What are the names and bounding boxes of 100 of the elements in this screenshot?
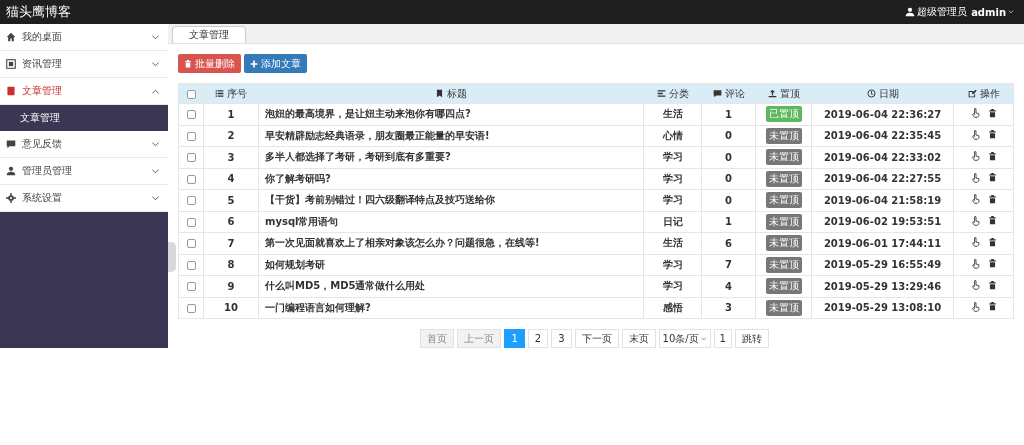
pointing-hand-icon[interactable]: [970, 215, 981, 226]
checkbox[interactable]: [186, 260, 196, 270]
table-cell: 0: [701, 125, 756, 147]
table-cell: 学习: [643, 146, 702, 168]
status-badge: 未置顶: [765, 213, 802, 230]
checkbox[interactable]: [186, 196, 196, 206]
table-cell: 多半人都选择了考研，考研到底有多重要?: [258, 146, 644, 168]
collapse-handle[interactable]: [168, 242, 176, 272]
trash-icon[interactable]: [987, 216, 997, 226]
page-size-select[interactable]: 10条/页: [658, 329, 711, 348]
table-cell: 2019-06-04 22:33:02: [811, 146, 954, 168]
column-header: 日期: [878, 86, 899, 101]
checkbox[interactable]: [186, 110, 196, 120]
table-cell: 6: [701, 232, 756, 254]
pager-link[interactable]: 跳转: [734, 329, 769, 348]
bookmark-icon: [435, 89, 444, 98]
trash-icon[interactable]: [987, 173, 997, 183]
column-header: 序号: [227, 86, 247, 101]
table-cell: 心情: [643, 125, 702, 147]
status-badge: 未置顶: [765, 149, 802, 166]
table-cell: 早安精辟励志经典语录，朋友圈最正能量的早安语!: [258, 125, 644, 147]
checkbox[interactable]: [186, 282, 196, 292]
table-cell: 1: [701, 211, 756, 233]
menu-item[interactable]: 我的桌面: [0, 24, 168, 51]
page-button[interactable]: 2: [527, 329, 549, 348]
checkbox[interactable]: [186, 239, 196, 249]
trash-icon[interactable]: [987, 108, 997, 118]
status-badge: 已置顶: [765, 106, 802, 123]
pager-link[interactable]: 下一页: [574, 329, 619, 348]
table-cell: 泡妞的最高境界，是让妞主动来泡你有哪四点?: [258, 103, 644, 125]
chevron-down-icon: [151, 32, 160, 42]
pointing-hand-icon[interactable]: [970, 172, 981, 183]
lines-icon: [656, 89, 666, 98]
checkbox[interactable]: [186, 303, 196, 313]
table-cell: 4: [203, 168, 259, 190]
pointing-hand-icon[interactable]: [970, 301, 981, 312]
list-icon: [215, 89, 224, 98]
table-cell: 2019-06-04 22:35:45: [811, 125, 954, 147]
menu-item[interactable]: 系统设置: [0, 185, 168, 212]
pager-link[interactable]: 末页: [621, 329, 656, 348]
column-header: 评论: [724, 86, 745, 101]
checkbox[interactable]: [186, 153, 196, 163]
trash-icon[interactable]: [987, 280, 997, 290]
table-cell: 如何规划考研: [258, 254, 644, 276]
trash-icon[interactable]: [987, 259, 997, 269]
table-cell: 0: [701, 168, 756, 190]
menu-item[interactable]: 意见反馈: [0, 131, 168, 158]
table-cell: 3: [203, 146, 259, 168]
delete-button[interactable]: 批量删除: [178, 54, 241, 73]
menu-item[interactable]: 管理员管理: [0, 158, 168, 185]
table-cell: 5: [203, 189, 259, 211]
page-input[interactable]: 1: [713, 329, 732, 348]
user-icon: [6, 166, 16, 176]
plus-icon: [250, 59, 258, 68]
table-cell: 2019-05-29 13:29:46: [811, 275, 954, 297]
status-badge: 未置顶: [765, 278, 802, 295]
column-header: 置顶: [779, 86, 800, 101]
caret-icon: [700, 335, 707, 342]
table-cell: 什么叫MD5，MD5通常做什么用处: [258, 275, 644, 297]
menu-item[interactable]: 文章管理: [0, 78, 168, 105]
table-cell: 0: [701, 146, 756, 168]
checkbox[interactable]: [186, 174, 196, 184]
chevron-down-icon: [151, 193, 160, 203]
trash-icon[interactable]: [987, 151, 997, 161]
column-header: 操作: [979, 86, 1000, 101]
table-cell: 2019-06-02 19:53:51: [811, 211, 954, 233]
pointing-hand-icon[interactable]: [970, 151, 981, 162]
pointing-hand-icon[interactable]: [970, 108, 981, 119]
pointing-hand-icon[interactable]: [970, 258, 981, 269]
trash-icon: [184, 59, 192, 68]
trash-icon[interactable]: [987, 194, 997, 204]
menu-item[interactable]: 资讯管理: [0, 51, 168, 78]
table-cell: 生活: [643, 103, 702, 125]
checkbox[interactable]: [186, 217, 196, 227]
table-cell: 【干货】考前别错过！四六级翻译特点及技巧送给你: [258, 189, 644, 211]
checkbox[interactable]: [186, 89, 196, 99]
tab[interactable]: 文章管理: [172, 26, 246, 43]
page-button[interactable]: 3: [551, 329, 572, 348]
trash-icon[interactable]: [987, 237, 997, 247]
trash-icon[interactable]: [987, 130, 997, 140]
book-icon: [6, 86, 16, 96]
home-icon: [6, 32, 16, 42]
settings-icon: [6, 193, 16, 203]
pointing-hand-icon[interactable]: [970, 194, 981, 205]
newspaper-icon: [6, 59, 16, 69]
chevron-down-icon: [151, 139, 160, 149]
add-button[interactable]: 添加文章: [244, 54, 307, 73]
table-cell: 你了解考研吗?: [258, 168, 644, 190]
table-cell: 3: [701, 297, 756, 319]
pointing-hand-icon[interactable]: [970, 280, 981, 291]
chevron-down-icon: [151, 59, 160, 69]
column-header: 标题: [447, 86, 467, 101]
trash-icon[interactable]: [987, 302, 997, 312]
table-cell: 2019-06-04 21:58:19: [811, 189, 954, 211]
checkbox[interactable]: [186, 131, 196, 141]
user-menu[interactable]: admin: [971, 6, 1014, 18]
table-cell: 学习: [643, 168, 702, 190]
pointing-hand-icon[interactable]: [970, 237, 981, 248]
edit-icon: [967, 89, 977, 98]
pointing-hand-icon[interactable]: [970, 129, 981, 140]
